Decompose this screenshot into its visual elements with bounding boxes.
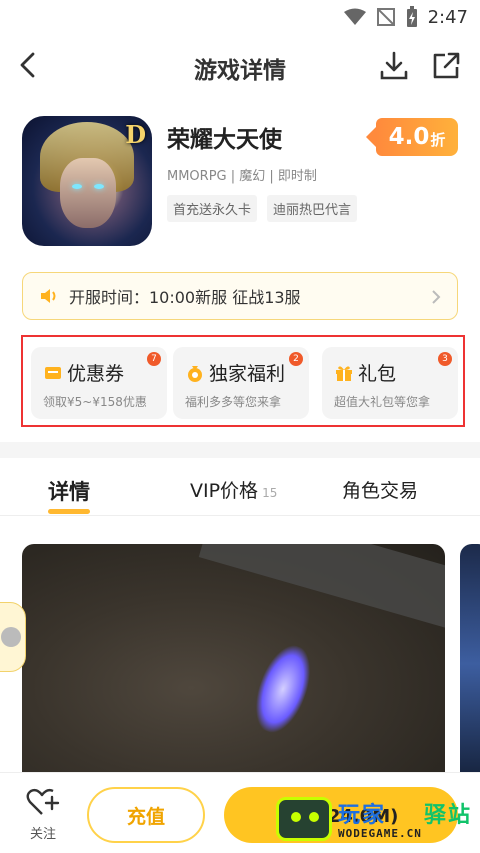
download-icon[interactable]	[378, 50, 410, 82]
benefit-coupon-title: 优惠券	[67, 363, 125, 385]
active-tab-indicator	[48, 509, 90, 514]
benefit-exclusive-card[interactable]: 独家福利 福利多多等您来拿 2	[173, 347, 309, 419]
watermark-logo-eye-right	[309, 812, 319, 822]
watermark-logo-eye-left	[291, 812, 301, 822]
clock: 2:47	[427, 6, 468, 28]
wifi-icon	[343, 8, 366, 25]
no-signal-icon	[376, 8, 395, 26]
benefit-gift-title: 礼包	[358, 363, 397, 385]
watermark-domain: WODEGAME.CN	[338, 827, 422, 840]
heart-plus-icon	[26, 788, 60, 815]
speaker-icon	[41, 289, 56, 303]
benefit-gift-count: 3	[438, 352, 452, 366]
game-icon: D	[22, 116, 152, 246]
tab-vip-price-count: 15	[262, 486, 278, 500]
screenshot-character-glow	[245, 638, 321, 740]
floating-assistant-button[interactable]	[0, 602, 26, 672]
game-name: 荣耀大天使	[167, 127, 282, 153]
screenshot-road	[198, 544, 445, 629]
tab-vip-price-label: VIP价格	[190, 480, 259, 502]
game-tags: MMORPG | 魔幻 | 即时制	[167, 169, 317, 184]
watermark-brand-left: 玩家	[338, 803, 387, 828]
tab-vip-price[interactable]: VIP价格 15	[190, 476, 277, 503]
recharge-button[interactable]: 充值	[87, 787, 205, 843]
game-screenshot[interactable]	[22, 544, 445, 784]
ticket-icon	[45, 366, 61, 379]
tab-details-label: 详情	[48, 480, 90, 504]
game-screenshot-next[interactable]	[460, 544, 480, 784]
hero-face-art	[60, 158, 116, 228]
benefit-coupon-card[interactable]: 优惠券 领取¥5~¥158优惠 7	[31, 347, 167, 419]
benefit-exclusive-count: 2	[289, 352, 303, 366]
follow-label: 关注	[29, 827, 56, 842]
status-bar: 2:47	[0, 0, 480, 34]
discount-value: 4.0	[388, 124, 430, 150]
discount-badge: 4.0 折	[366, 118, 458, 156]
follow-button[interactable]: 关注	[22, 787, 64, 842]
discount-unit: 折	[430, 130, 446, 149]
battery-charging-icon	[406, 6, 417, 27]
benefit-gift-subtitle: 超值大礼包等您拿	[334, 395, 431, 409]
server-open-text: 开服时间：10:00新服 征战13服	[69, 288, 301, 307]
site-watermark: 玩家 驿站 WODEGAME.CN	[276, 793, 480, 849]
benefit-exclusive-subtitle: 福利多多等您来拿	[185, 395, 282, 409]
chip-spokesperson: 迪丽热巴代言	[267, 195, 358, 222]
benefit-gift-card[interactable]: 礼包 超值大礼包等您拿 3	[322, 347, 458, 419]
game-chips: 首充送永久卡 迪丽热巴代言	[167, 195, 358, 222]
chevron-right-icon	[432, 290, 441, 304]
server-open-notice[interactable]: 开服时间：10:00新服 征战13服	[22, 272, 458, 320]
chip-first-recharge: 首充送永久卡	[167, 195, 258, 222]
benefit-coupon-count: 7	[147, 352, 161, 366]
tab-details[interactable]: 详情	[48, 476, 90, 514]
top-bar: 游戏详情	[0, 34, 480, 98]
detail-tabs: 详情 VIP价格 15 角色交易	[0, 462, 480, 516]
watermark-brand-right: 驿站	[424, 803, 473, 828]
tab-role-trade-label: 角色交易	[342, 480, 419, 502]
benefits-panel: 优惠券 领取¥5~¥158优惠 7 独家福利 福利多多等您来拿 2 礼包 超值大…	[21, 335, 465, 427]
tab-role-trade[interactable]: 角色交易	[342, 476, 418, 503]
money-bag-icon	[188, 365, 202, 382]
game-logo-mark: D	[125, 120, 146, 149]
watermark-logo	[276, 797, 332, 841]
share-icon[interactable]	[430, 50, 462, 82]
benefit-exclusive-title: 独家福利	[209, 363, 286, 385]
assistant-avatar-icon	[1, 627, 21, 647]
gift-icon	[336, 365, 352, 381]
hero-eye-left	[72, 184, 82, 189]
benefit-coupon-subtitle: 领取¥5~¥158优惠	[43, 395, 147, 409]
section-divider	[0, 442, 480, 458]
hero-eye-right	[94, 184, 104, 189]
